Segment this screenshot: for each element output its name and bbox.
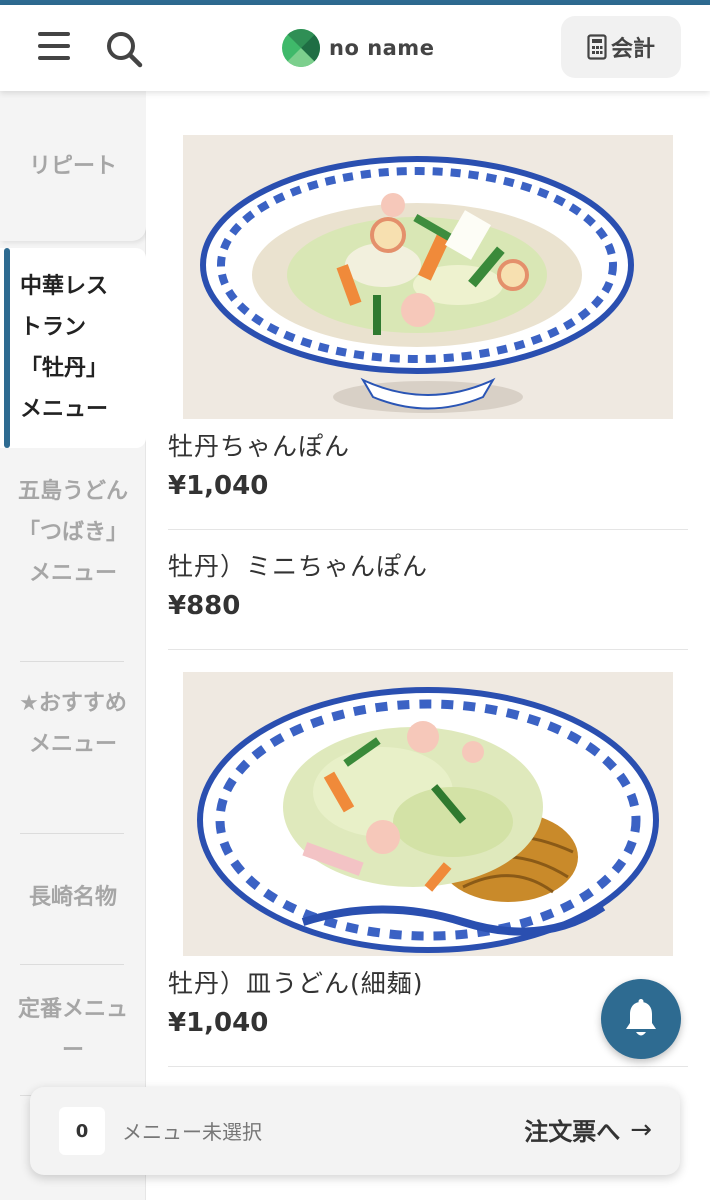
menu-divider bbox=[168, 529, 688, 530]
sidebar-item-label: 中華レストラン「牡丹」メニュー bbox=[20, 274, 109, 422]
menu-item-botan-champon[interactable]: 牡丹ちゃんぽん ¥1,040 bbox=[168, 427, 688, 501]
sidebar-item-nagasaki[interactable]: 長崎名物 bbox=[0, 877, 146, 918]
logo-icon bbox=[282, 29, 320, 67]
sidebar-item-recommended[interactable]: ★おすすめメニュー bbox=[0, 683, 146, 765]
bill-label: 会計 bbox=[610, 37, 655, 62]
sidebar-divider bbox=[20, 833, 124, 834]
app-header: no name 会計 bbox=[0, 5, 710, 91]
sidebar-item-label: 五島うどん「つばき」メニュー bbox=[18, 479, 129, 586]
brand: no name bbox=[281, 28, 434, 68]
sidebar-item-label: リピート bbox=[28, 153, 117, 179]
sidebar-divider bbox=[20, 661, 124, 662]
sidebar-item-label: ★おすすめメニュー bbox=[19, 691, 127, 757]
order-sheet-link[interactable]: 注文票へ → bbox=[524, 1112, 652, 1147]
sidebar-item-repeat[interactable]: リピート bbox=[0, 91, 146, 241]
champon-bowl-image[interactable] bbox=[183, 135, 673, 419]
order-sheet-label: 注文票へ bbox=[524, 1118, 621, 1146]
sidebar-item-tsubaki-menu[interactable]: 五島うどん「つばき」メニュー bbox=[0, 471, 146, 594]
calculator-icon bbox=[587, 34, 607, 60]
menu-item-price: ¥880 bbox=[168, 591, 241, 621]
category-sidebar: リピート 中華レストラン「牡丹」メニュー 五島うどん「つばき」メニュー ★おすす… bbox=[0, 91, 146, 1200]
brand-name: no name bbox=[329, 36, 435, 60]
sidebar-item-label: 長崎名物 bbox=[28, 885, 117, 910]
sidebar-item-standard[interactable]: 定番メニュー bbox=[0, 989, 146, 1071]
search-icon[interactable] bbox=[104, 29, 144, 69]
menu-item-mini-champon[interactable]: 牡丹）ミニちゃんぽん ¥880 bbox=[168, 547, 688, 621]
menu-item-name: 牡丹）ミニちゃんぽん bbox=[168, 552, 429, 581]
active-indicator bbox=[4, 248, 10, 448]
menu-item-name: 牡丹ちゃんぽん bbox=[168, 432, 351, 461]
order-count-badge: 0 bbox=[59, 1107, 105, 1155]
order-status-text: メニュー未選択 bbox=[122, 1120, 262, 1144]
arrow-right-icon: → bbox=[630, 1114, 652, 1145]
menu-divider bbox=[168, 649, 688, 650]
order-summary-bar[interactable]: 0 メニュー未選択 注文票へ → bbox=[30, 1087, 680, 1175]
sidebar-divider bbox=[20, 964, 124, 965]
menu-divider bbox=[168, 1066, 688, 1067]
sidebar-item-label: 定番メニュー bbox=[18, 997, 129, 1063]
hamburger-menu-icon[interactable] bbox=[36, 32, 72, 62]
menu-item-price: ¥1,040 bbox=[168, 471, 269, 501]
bell-icon bbox=[626, 999, 656, 1036]
bill-button[interactable]: 会計 bbox=[561, 16, 681, 78]
sidebar-item-botan-menu[interactable]: 中華レストラン「牡丹」メニュー bbox=[0, 248, 146, 448]
call-staff-button[interactable] bbox=[601, 979, 681, 1059]
sara-udon-image[interactable] bbox=[183, 672, 673, 956]
